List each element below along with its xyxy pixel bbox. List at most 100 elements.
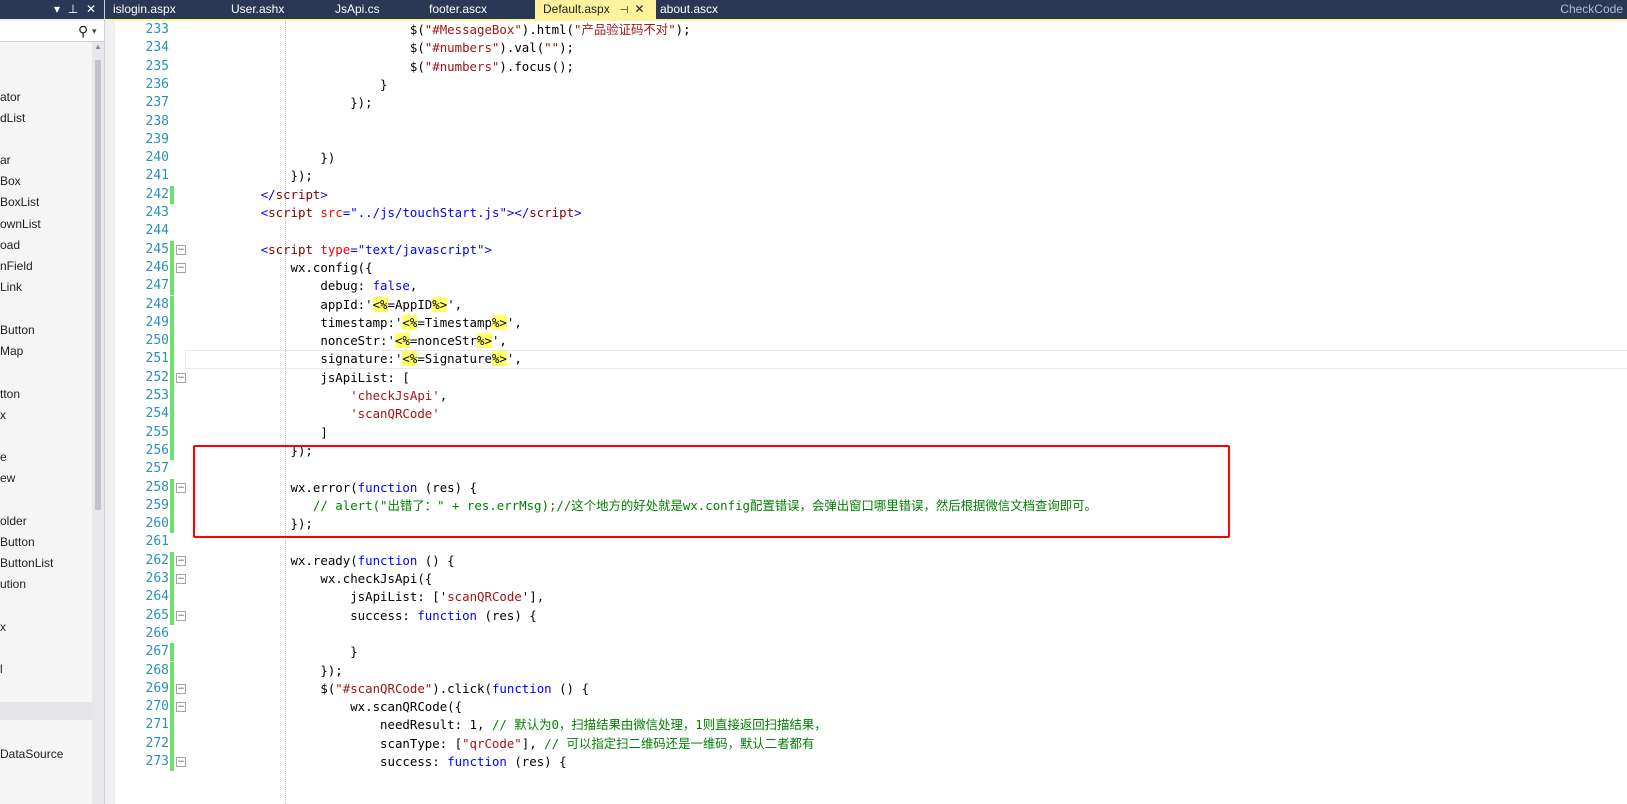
toolbox-item[interactable]: nField	[0, 256, 92, 276]
toolbox-item[interactable]: ButtonList	[0, 553, 92, 573]
toolbox-item[interactable]: older	[0, 511, 92, 531]
code-line[interactable]: 248 appId:'<%=AppID%>',	[105, 295, 1627, 314]
search-icon[interactable]: ⚲	[78, 23, 88, 39]
tab-default-aspx[interactable]: Default.aspx ⊣ ✕	[535, 0, 656, 19]
code-line[interactable]: 271 needResult: 1, // 默认为0，扫描结果由微信处理，1则直…	[105, 716, 1627, 735]
code-line[interactable]: 234 $("#numbers").val("");	[105, 39, 1627, 57]
toolbox-item[interactable]: Button	[0, 532, 92, 552]
code-line[interactable]: 252− jsApiList: [	[105, 368, 1627, 387]
toolbox-dropdown-button[interactable]: ▾	[50, 1, 64, 17]
code-line[interactable]: 238	[105, 113, 1627, 131]
toolbox-item[interactable]: oad	[0, 235, 92, 255]
code-line[interactable]: 256 });	[105, 441, 1627, 461]
tab-overflow-label[interactable]: CheckCode	[1560, 0, 1623, 19]
close-icon[interactable]: ✕	[634, 2, 644, 16]
code-line[interactable]: 237 });	[105, 94, 1627, 112]
toolbox-item[interactable]: ar	[0, 150, 92, 170]
toolbox-item[interactable]: ution	[0, 574, 92, 594]
line-number: 236	[145, 76, 169, 92]
code-line[interactable]: 260 });	[105, 515, 1627, 534]
code-line[interactable]: 270− wx.scanQRCode({	[105, 698, 1627, 717]
code-line[interactable]: 257	[105, 460, 1627, 478]
tab-label: islogin.aspx	[113, 2, 176, 16]
collapse-icon[interactable]: −	[176, 482, 186, 493]
toolbox-item[interactable]: tton	[0, 384, 92, 404]
code-line[interactable]: 249 timestamp:'<%=Timestamp%>',	[105, 313, 1627, 333]
code-line[interactable]: 250 nonceStr:'<%=nonceStr%>',	[105, 332, 1627, 351]
code-token: $(	[201, 58, 425, 74]
code-line[interactable]: 263− wx.checkJsApi({	[105, 570, 1627, 589]
code-line[interactable]: 262− wx.ready(function () {	[105, 551, 1627, 570]
tab-jsapi-cs[interactable]: JsApi.cs	[327, 0, 415, 19]
code-line[interactable]: 267 }	[105, 643, 1627, 662]
scrollbar-thumb[interactable]	[95, 60, 101, 510]
code-line[interactable]: 259 // alert("出错了：" + res.errMsg);//这个地方…	[105, 496, 1627, 516]
code-line[interactable]: 240 })	[105, 149, 1627, 167]
code-line[interactable]: 273− success: function (res) {	[105, 753, 1627, 772]
collapse-icon[interactable]: −	[176, 574, 186, 584]
toolbox-item[interactable]: x	[0, 405, 92, 425]
code-line[interactable]: 241 });	[105, 167, 1627, 185]
toolbox-item[interactable]: Link	[0, 277, 92, 297]
code-token: function	[357, 552, 418, 568]
code-line[interactable]: 268 });	[105, 661, 1627, 680]
code-line[interactable]: 272 scanType: ["qrCode"], // 可以指定扫二维码还是一…	[105, 734, 1627, 753]
toolbox-item[interactable]: DataSource	[0, 744, 92, 764]
code-line[interactable]: 246− wx.config({	[105, 258, 1627, 278]
code-line[interactable]: 254 'scanQRCode'	[105, 405, 1627, 424]
code-editor[interactable]: 233 $("#MessageBox").html("产品验证码不对"); 234…	[105, 21, 1627, 804]
toolbox-item[interactable]: ownList	[0, 214, 92, 234]
code-token: scanQRCode	[447, 589, 522, 605]
code-line[interactable]: 233 $("#MessageBox").html("产品验证码不对");	[105, 21, 1627, 39]
code-line[interactable]: 247 debug: false,	[105, 277, 1627, 296]
toolbox-item[interactable]: ator	[0, 87, 92, 107]
toolbox-item[interactable]: BoxList	[0, 192, 92, 212]
tab-user-ashx[interactable]: User.ashx	[223, 0, 327, 19]
collapse-icon[interactable]: −	[176, 244, 186, 255]
code-line[interactable]: 244	[105, 222, 1627, 240]
toolbox-item[interactable]: ew	[0, 468, 92, 488]
toolbox-item[interactable]: l	[0, 659, 92, 679]
code-line[interactable]: 255 ]	[105, 423, 1627, 442]
change-marker	[170, 368, 174, 387]
collapse-icon[interactable]: −	[176, 757, 186, 767]
code-line[interactable]: 239	[105, 131, 1627, 149]
toolbox-item[interactable]: dList	[0, 108, 92, 128]
toolbox-scrollbar[interactable]: ▲	[92, 42, 104, 804]
collapse-icon[interactable]: −	[176, 610, 186, 621]
collapse-icon[interactable]: −	[176, 555, 186, 566]
collapse-icon[interactable]: −	[176, 262, 186, 273]
collapse-icon[interactable]: −	[176, 702, 186, 713]
code-line[interactable]: 236 }	[105, 76, 1627, 94]
tab-about-ascx[interactable]: about.ascx	[652, 0, 770, 19]
code-line[interactable]: 242 </script>	[105, 185, 1627, 204]
toolbox-item[interactable]: Box	[0, 171, 92, 191]
scroll-up-icon[interactable]: ▲	[94, 42, 102, 51]
collapse-icon[interactable]: −	[176, 372, 186, 383]
tab-islogin-aspx[interactable]: islogin.aspx	[105, 0, 223, 19]
pin-icon[interactable]: ⊣	[620, 5, 629, 16]
code-line[interactable]: 266	[105, 625, 1627, 643]
code-line[interactable]: 261	[105, 533, 1627, 551]
code-line[interactable]: 251 signature:'<%=Signature%>',	[105, 350, 1627, 369]
toolbox-item[interactable]: Map	[0, 341, 92, 361]
code-line[interactable]: 245− <script type="text/javascript">	[105, 240, 1627, 259]
code-line[interactable]: 269− $("#scanQRCode").click(function () …	[105, 679, 1627, 699]
code-line[interactable]: 265− success: function (res) {	[105, 606, 1627, 625]
toolbox-pin-button[interactable]: ⊥	[66, 1, 80, 17]
code-line[interactable]: 253 'checkJsApi',	[105, 387, 1627, 406]
toolbox-item[interactable]: e	[0, 447, 92, 467]
toolbox-close-button[interactable]: ✕	[84, 1, 98, 17]
collapse-icon[interactable]: −	[176, 683, 186, 694]
toolbox-item[interactable]: Button	[0, 320, 92, 340]
code-line[interactable]: 235 $("#numbers").focus();	[105, 58, 1627, 76]
toolbox-search-input[interactable]: ⚲ ▾	[0, 21, 104, 42]
code-line[interactable]: 258− wx.error(function (res) {	[105, 478, 1627, 497]
code-token: wx.error(	[201, 479, 358, 495]
tab-footer-ascx[interactable]: footer.ascx	[421, 0, 537, 19]
chevron-down-icon[interactable]: ▾	[92, 23, 97, 39]
line-number: 261	[145, 534, 169, 550]
code-line[interactable]: 264 jsApiList: ['scanQRCode'],	[105, 588, 1627, 607]
toolbox-item[interactable]: x	[0, 617, 92, 637]
code-line[interactable]: 243 <script src="../js/touchStart.js"></…	[105, 204, 1627, 222]
